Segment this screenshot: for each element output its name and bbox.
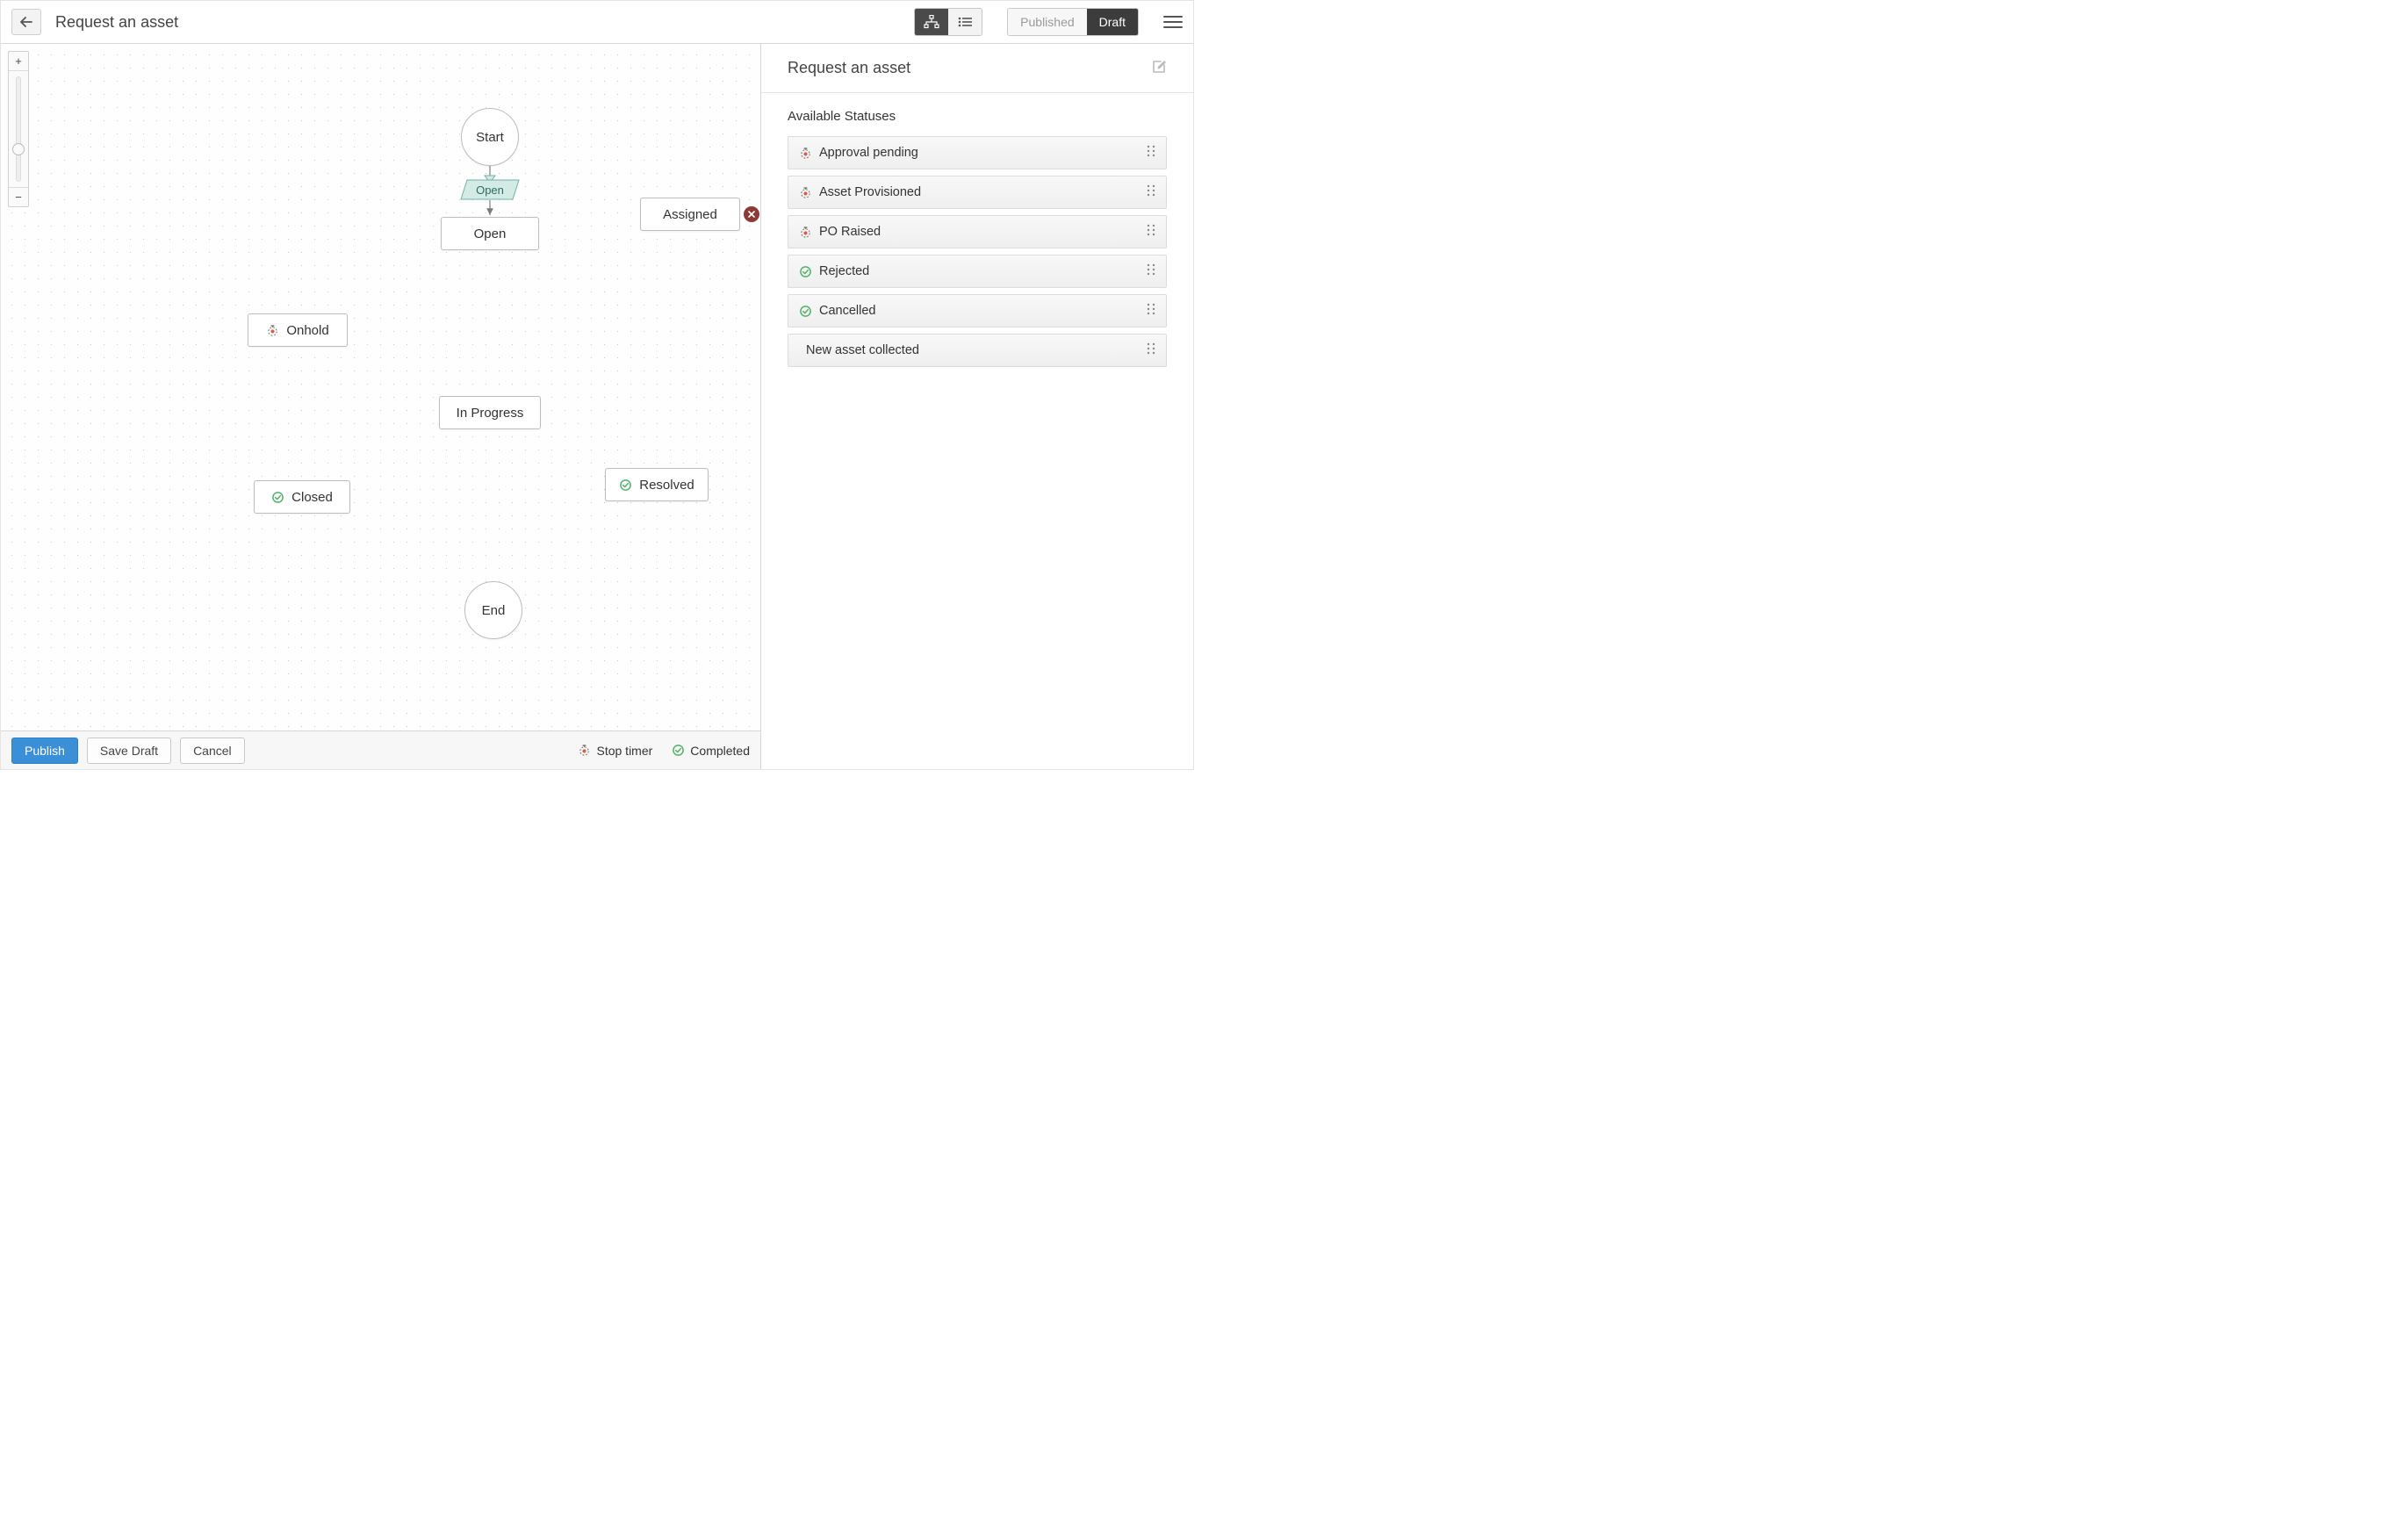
zoom-control: + − — [8, 51, 29, 207]
stop-timer-icon — [799, 147, 812, 160]
legend-stop-timer: Stop timer — [578, 744, 652, 758]
drag-handle-icon[interactable] — [1147, 263, 1155, 279]
node-start[interactable]: Start — [461, 108, 519, 166]
stop-timer-icon — [799, 186, 812, 199]
canvas-footer: Publish Save Draft Cancel Stop timer — [1, 730, 760, 769]
status-row[interactable]: Approval pending — [788, 136, 1167, 169]
node-resolved[interactable]: Resolved — [605, 468, 709, 501]
node-in-progress[interactable]: In Progress — [439, 396, 541, 429]
drag-handle-icon[interactable] — [1147, 184, 1155, 200]
section-title: Available Statuses — [788, 109, 1167, 124]
caret-down-icon — [927, 35, 936, 36]
node-closed-label: Closed — [291, 490, 333, 505]
legend-completed: Completed — [672, 744, 750, 758]
node-start-label: Start — [476, 130, 504, 145]
legend-stop-timer-label: Stop timer — [596, 744, 652, 758]
status-label: Asset Provisioned — [819, 185, 921, 199]
completed-icon — [672, 744, 685, 757]
drag-handle-icon[interactable] — [1147, 145, 1155, 161]
zoom-slider[interactable] — [16, 76, 21, 182]
status-row[interactable]: Rejected — [788, 255, 1167, 288]
node-open-transition[interactable]: Open — [460, 179, 520, 200]
legend: Stop timer Completed — [578, 744, 750, 758]
completed-icon — [271, 491, 284, 504]
node-open-transition-label: Open — [476, 184, 504, 197]
edit-icon — [1152, 59, 1167, 74]
side-panel: Request an asset Available Statuses Appr… — [761, 44, 1193, 769]
publish-toggle-published[interactable]: Published — [1008, 9, 1087, 35]
publish-toggle: Published Draft — [1007, 8, 1139, 36]
save-draft-button[interactable]: Save Draft — [87, 738, 171, 764]
status-label: Cancelled — [819, 304, 876, 318]
side-panel-header: Request an asset — [761, 44, 1193, 93]
drag-handle-icon[interactable] — [1147, 303, 1155, 319]
connector-lines — [1, 44, 760, 769]
status-list: Approval pending Asset Provisioned PO Rais… — [788, 136, 1167, 367]
view-toggle-list[interactable] — [948, 9, 982, 35]
top-bar-right: Published Draft — [914, 8, 1183, 36]
zoom-in-button[interactable]: + — [9, 52, 28, 71]
main: + − Start — [1, 44, 1193, 769]
status-label: New asset collected — [806, 343, 919, 357]
status-row[interactable]: New asset collected — [788, 334, 1167, 367]
status-label: PO Raised — [819, 225, 881, 239]
status-row[interactable]: Cancelled — [788, 294, 1167, 327]
node-open-label: Open — [474, 227, 507, 241]
hamburger-icon — [1163, 16, 1183, 18]
view-toggle-flow[interactable] — [915, 9, 948, 35]
stop-timer-icon — [266, 324, 279, 337]
back-button[interactable] — [11, 9, 41, 35]
publish-button[interactable]: Publish — [11, 738, 78, 764]
edit-button[interactable] — [1152, 59, 1167, 78]
publish-toggle-draft-label: Draft — [1099, 15, 1126, 29]
node-onhold-label: Onhold — [286, 323, 328, 338]
side-panel-body: Available Statuses Approval pending Asset… — [761, 93, 1193, 769]
stop-timer-icon — [578, 744, 591, 757]
stop-timer-icon — [799, 226, 812, 239]
completed-icon — [799, 305, 812, 318]
completed-icon — [799, 265, 812, 278]
drag-handle-icon[interactable] — [1147, 224, 1155, 240]
view-toggle — [914, 8, 982, 36]
menu-button[interactable] — [1163, 12, 1183, 32]
legend-completed-label: Completed — [690, 744, 750, 758]
page-title: Request an asset — [55, 13, 178, 32]
node-closed[interactable]: Closed — [254, 480, 350, 514]
close-icon — [748, 211, 755, 218]
zoom-thumb[interactable] — [12, 143, 25, 155]
workflow-canvas[interactable]: + − Start — [1, 44, 761, 769]
node-end[interactable]: End — [464, 581, 522, 639]
node-resolved-label: Resolved — [639, 478, 694, 493]
drag-handle-icon[interactable] — [1147, 342, 1155, 358]
cancel-button[interactable]: Cancel — [180, 738, 245, 764]
status-label: Rejected — [819, 264, 869, 278]
node-onhold[interactable]: Onhold — [248, 313, 348, 347]
status-label: Approval pending — [819, 146, 918, 160]
node-in-progress-label: In Progress — [457, 406, 524, 421]
arrow-left-icon — [20, 17, 32, 27]
node-assigned[interactable]: Assigned — [640, 198, 740, 231]
app-root: Request an asset — [0, 0, 1194, 770]
side-panel-title: Request an asset — [788, 59, 910, 77]
publish-toggle-draft[interactable]: Draft — [1087, 9, 1138, 35]
sitemap-icon — [924, 15, 939, 29]
list-icon — [958, 17, 972, 27]
zoom-out-button[interactable]: − — [9, 187, 28, 206]
completed-icon — [619, 479, 632, 492]
node-assigned-label: Assigned — [663, 207, 717, 222]
remove-node-button[interactable] — [744, 206, 759, 222]
caret-down-icon — [1108, 35, 1117, 36]
node-open[interactable]: Open — [441, 217, 539, 250]
status-row[interactable]: Asset Provisioned — [788, 176, 1167, 209]
top-bar: Request an asset — [1, 1, 1193, 44]
status-row[interactable]: PO Raised — [788, 215, 1167, 248]
node-end-label: End — [482, 603, 506, 618]
